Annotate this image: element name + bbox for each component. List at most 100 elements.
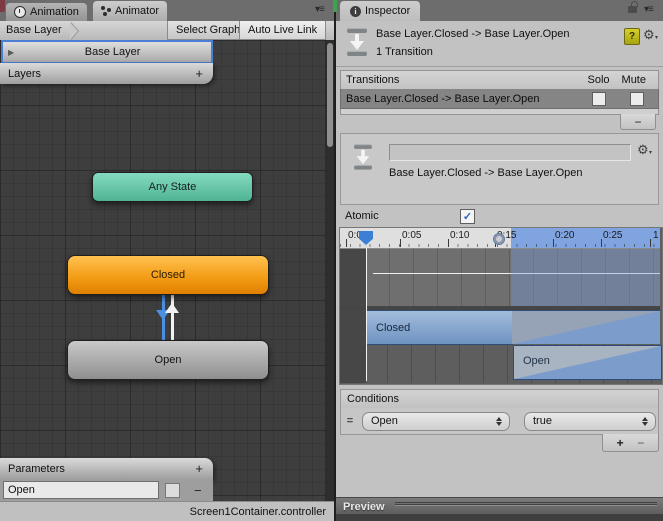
- transition-row-label: Base Layer.Closed -> Base Layer.Open: [346, 92, 540, 105]
- animator-graph-canvas[interactable]: ▶ Base Layer Layers + Any State Closed O…: [0, 40, 336, 521]
- transition-name-field[interactable]: [389, 144, 631, 161]
- animator-panel: Animation Animator ▾≡ Base Layer Select …: [0, 0, 336, 521]
- graph-scrollbar-thumb[interactable]: [327, 43, 333, 147]
- dropdown-arrows-icon: [638, 416, 652, 426]
- layer-name: Base Layer: [84, 46, 141, 58]
- drag-handle-icon[interactable]: =: [341, 415, 359, 427]
- layers-panel-title: Layers: [8, 67, 42, 80]
- timeline-left-gutter: [340, 249, 366, 383]
- lock-icon[interactable]: [628, 6, 637, 13]
- mute-column-label: Mute: [621, 74, 646, 86]
- transition-count: 1 Transition: [376, 46, 433, 58]
- transition-start-handle[interactable]: [493, 233, 505, 245]
- condition-parameter-dropdown[interactable]: Open: [362, 411, 510, 431]
- track-bar-open[interactable]: Open: [513, 345, 662, 380]
- transition-arrow-reverse[interactable]: [171, 293, 174, 340]
- state-node-label: Closed: [150, 269, 186, 281]
- conditions-header: Conditions: [340, 389, 659, 409]
- pane-menu-icon[interactable]: ▾≡: [644, 4, 654, 15]
- gear-icon[interactable]: ⚙: [643, 27, 655, 43]
- transition-detail-box: ⚙ ▾ Base Layer.Closed -> Base Layer.Open: [340, 133, 659, 205]
- transition-timeline[interactable]: 0:00 0:05 0:10 0:15 0:20 0:25 1 Closed O…: [339, 227, 663, 385]
- parameter-name-field[interactable]: Open: [3, 481, 159, 499]
- transition-region-overlay[interactable]: [511, 249, 660, 310]
- transition-icon: [353, 144, 373, 170]
- unity-editor-window: Animation Animator ▾≡ Base Layer Select …: [0, 0, 663, 521]
- tab-animator[interactable]: Animator: [93, 1, 168, 21]
- auto-live-link-button[interactable]: Auto Live Link: [239, 21, 327, 40]
- tab-inspector[interactable]: i Inspector: [340, 1, 421, 21]
- inspector-tabbar: i Inspector ▾≡: [333, 0, 663, 22]
- state-node-any-state[interactable]: Any State: [92, 172, 253, 202]
- transition-title: Base Layer.Closed -> Base Layer.Open: [376, 28, 570, 40]
- track-bar-closed[interactable]: Closed: [366, 310, 513, 345]
- transitions-list-footer: [340, 109, 659, 115]
- tab-animation[interactable]: Animation: [6, 3, 87, 21]
- tick-label: 0:05: [402, 230, 422, 241]
- gear-caret-icon: ▾: [655, 35, 659, 41]
- conditions-title: Conditions: [347, 393, 399, 405]
- clock-icon: [14, 6, 26, 18]
- transitions-list-header: Transitions Solo Mute: [340, 70, 659, 90]
- add-condition-button[interactable]: +: [617, 436, 624, 450]
- transition-icon: [346, 28, 368, 56]
- tick-label: 0:10: [450, 230, 470, 241]
- breadcrumb[interactable]: Base Layer: [0, 21, 68, 40]
- parameter-row: Open −: [0, 479, 213, 501]
- state-node-open[interactable]: Open: [67, 340, 269, 380]
- animator-icon: [101, 6, 111, 16]
- tab-animator-label: Animator: [115, 5, 160, 17]
- animator-toolbar: Base Layer Select Graph Auto Live Link: [0, 21, 336, 41]
- preview-title: Preview: [343, 500, 385, 513]
- tick-label: 0:25: [603, 230, 623, 241]
- select-graph-button[interactable]: Select Graph: [167, 21, 250, 40]
- remove-parameter-button[interactable]: −: [194, 483, 202, 498]
- animator-tabbar: Animation Animator ▾≡: [0, 0, 336, 22]
- expander-triangle-icon[interactable]: ▶: [3, 48, 14, 57]
- track-label: Open: [523, 355, 550, 367]
- timeline-ruler[interactable]: 0:00 0:05 0:10 0:15 0:20 0:25 1: [340, 228, 660, 249]
- condition-row: = Open true: [340, 408, 659, 435]
- preview-content-area: [336, 514, 663, 521]
- parameter-bool-checkbox[interactable]: [165, 482, 180, 498]
- help-icon[interactable]: ?: [624, 28, 640, 45]
- state-node-label: Open: [154, 354, 182, 366]
- playhead-marker[interactable]: [359, 231, 373, 245]
- gear-caret-icon: ▾: [649, 150, 653, 156]
- tick-label: 0:20: [555, 230, 575, 241]
- track-bar-closed-fadeout[interactable]: [512, 310, 660, 344]
- state-node-closed[interactable]: Closed: [67, 255, 269, 295]
- controller-file-name: Screen1Container.controller: [189, 506, 326, 518]
- solo-checkbox[interactable]: [592, 91, 606, 106]
- preview-drag-handle[interactable]: [394, 502, 657, 511]
- remove-condition-button[interactable]: −: [637, 436, 644, 450]
- transition-arrowhead-up-icon: [165, 303, 179, 313]
- tab-animation-label: Animation: [30, 6, 79, 18]
- layer-row-base-layer[interactable]: ▶ Base Layer: [1, 40, 213, 64]
- add-parameter-button[interactable]: +: [195, 461, 213, 476]
- tick-label: 1: [653, 230, 659, 241]
- dropdown-arrows-icon: [492, 416, 506, 426]
- parameters-panel-title: Parameters: [8, 462, 65, 475]
- info-icon: i: [350, 5, 361, 17]
- inspector-header: Base Layer.Closed -> Base Layer.Open 1 T…: [336, 21, 663, 67]
- mute-checkbox[interactable]: [630, 91, 644, 106]
- gear-icon[interactable]: ⚙: [637, 142, 649, 158]
- pane-menu-icon[interactable]: ▾≡: [315, 4, 325, 15]
- condition-value-dropdown[interactable]: true: [524, 411, 656, 431]
- transition-caption: Base Layer.Closed -> Base Layer.Open: [389, 167, 583, 179]
- transitions-title: Transitions: [346, 74, 400, 86]
- atomic-checkbox[interactable]: [460, 209, 475, 224]
- transition-list-row[interactable]: Base Layer.Closed -> Base Layer.Open: [340, 89, 659, 109]
- inspector-panel: i Inspector ▾≡ Base Layer.Closed -> Base…: [333, 0, 663, 521]
- conditions-footer: + −: [602, 434, 659, 452]
- preview-bar[interactable]: Preview: [336, 497, 663, 515]
- state-node-label: Any State: [148, 181, 197, 193]
- add-layer-button[interactable]: +: [195, 66, 213, 81]
- breadcrumb-chevron-icon: [69, 21, 78, 40]
- remove-transition-button[interactable]: −: [620, 114, 656, 130]
- controller-status-bar: Screen1Container.controller: [0, 501, 336, 521]
- playhead-line[interactable]: [366, 248, 367, 381]
- layers-panel-header: Layers +: [0, 63, 213, 84]
- parameters-panel-header: Parameters +: [0, 458, 213, 479]
